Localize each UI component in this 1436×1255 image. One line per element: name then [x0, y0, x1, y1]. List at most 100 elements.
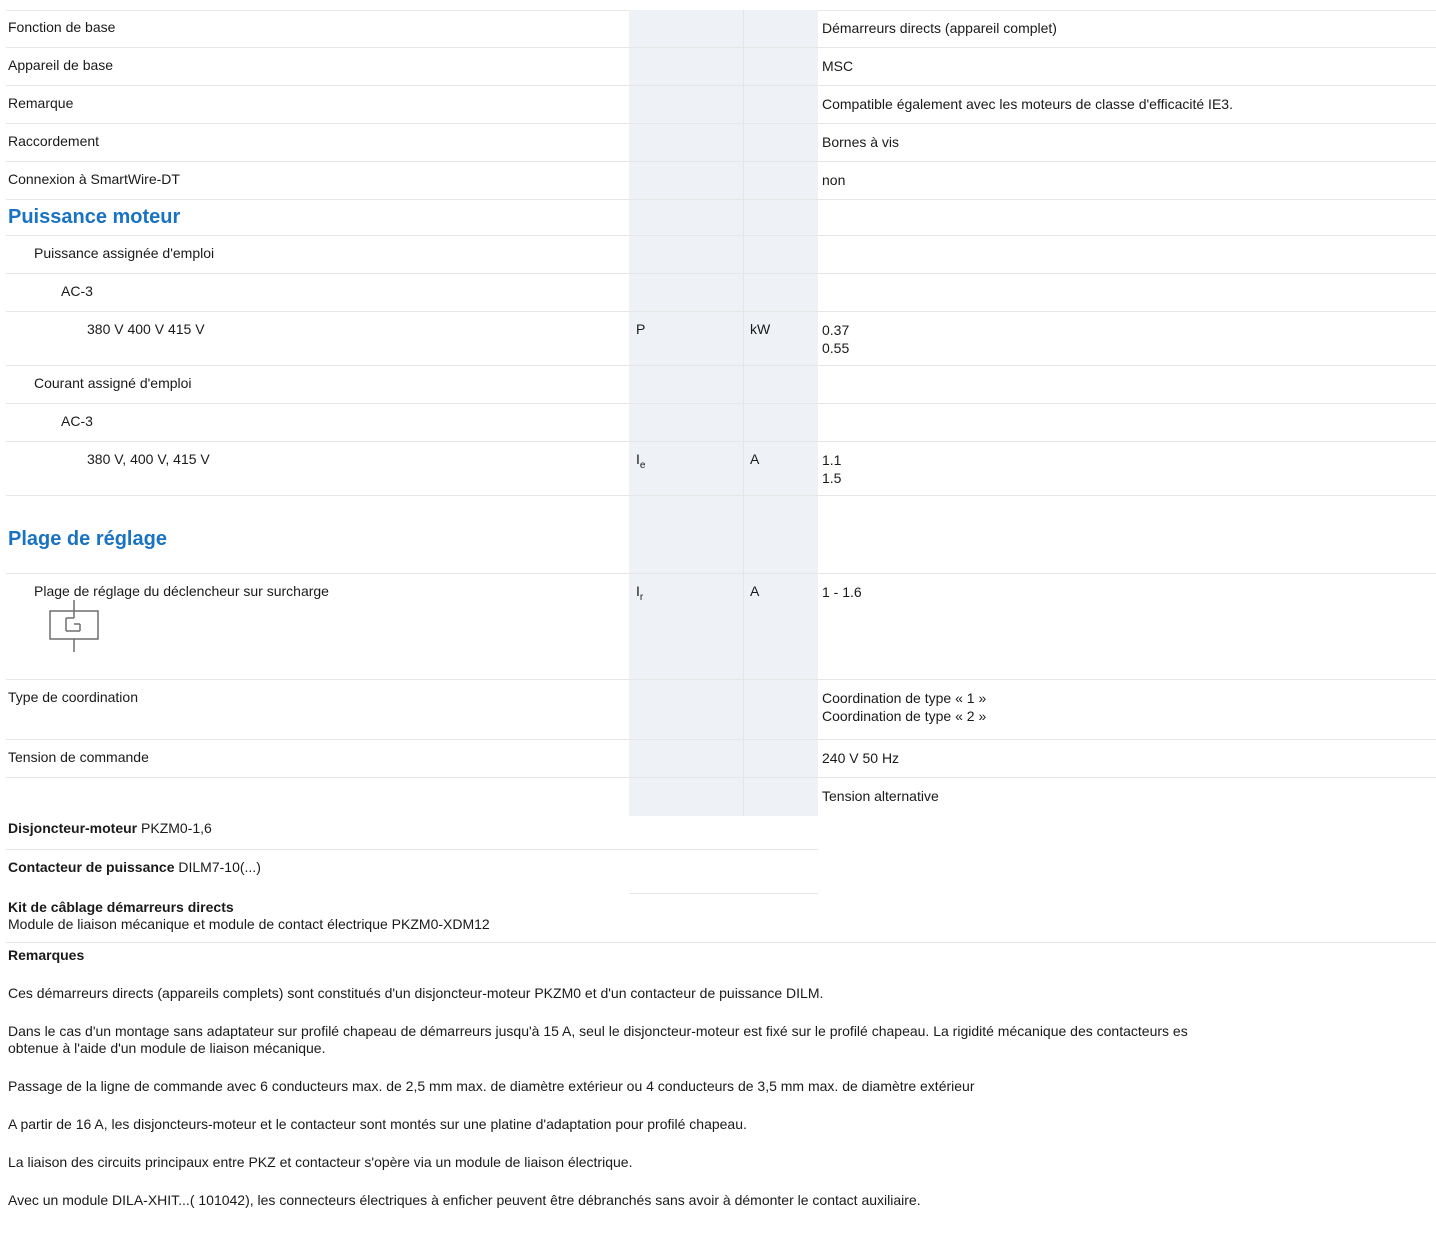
spec-row: Appareil de base MSC: [6, 48, 1436, 86]
row-label: [6, 778, 629, 816]
row-value: [818, 274, 1436, 311]
row-value: Démarreurs directs (appareil complet): [822, 20, 1057, 36]
unit-cell: [743, 200, 818, 235]
spec-row: AC-3: [6, 404, 1436, 442]
row-value: [818, 366, 1436, 403]
unit-cell: A: [743, 442, 818, 495]
symbol-cell: [629, 124, 743, 161]
unit-cell: [743, 366, 818, 403]
unit-cell: A: [743, 574, 818, 679]
symbol-cell: [629, 200, 743, 235]
row-label: AC-3: [61, 413, 93, 429]
spec-row: 380 V, 400 V, 415 V Ie A 1.1 1.5: [6, 442, 1436, 496]
divider: [6, 849, 818, 850]
value-line: Coordination de type « 1 »: [822, 690, 987, 706]
unit-cell: [743, 680, 818, 739]
remarks-title: Remarques: [8, 947, 85, 963]
breaker-line: Disjoncteur-moteur PKZM0-1,6: [8, 820, 212, 836]
row-label: Plage de réglage du déclencheur sur surc…: [6, 574, 629, 679]
remark-paragraph: La liaison des circuits principaux entre…: [8, 1154, 633, 1170]
spec-row: 380 V 400 V 415 V P kW 0.37 0.55: [6, 312, 1436, 366]
symbol-cell: [629, 274, 743, 311]
symbol-cell: P: [629, 312, 743, 365]
symbol-cell: [629, 778, 743, 816]
row-label: Appareil de base: [8, 57, 114, 73]
value-line: 1.1: [822, 452, 842, 468]
unit-cell: [743, 10, 818, 47]
value-line: Coordination de type « 2 »: [822, 708, 987, 724]
section-row: Puissance moteur: [6, 200, 1436, 236]
row-value: Bornes à vis: [822, 134, 900, 150]
value-line: 1.5: [822, 470, 842, 486]
symbol-cell: [629, 236, 743, 273]
remark-paragraph: A partir de 16 A, les disjoncteurs-moteu…: [8, 1116, 747, 1132]
symbol-cell: [629, 48, 743, 85]
remark-paragraph: Dans le cas d'un montage sans adaptateur…: [8, 1023, 1188, 1039]
row-value: 1.1 1.5: [818, 442, 1436, 495]
row-value: [818, 236, 1436, 273]
remark-paragraph: obtenue à l'aide d'un module de liaison …: [8, 1040, 326, 1056]
symbol-cell: [629, 10, 743, 47]
row-value: [818, 404, 1436, 441]
unit-cell: [743, 740, 818, 777]
unit-cell: kW: [743, 312, 818, 365]
row-value: Compatible également avec les moteurs de…: [822, 96, 1233, 112]
row-value: MSC: [822, 58, 854, 74]
spec-row: Puissance assignée d'emploi: [6, 236, 1436, 274]
divider: [629, 893, 818, 894]
spec-row: Type de coordination Coordination de typ…: [6, 680, 1436, 740]
unit-cell: [743, 496, 818, 573]
breaker-label: Disjoncteur-moteur: [8, 820, 138, 836]
remark-paragraph: Passage de la ligne de commande avec 6 c…: [8, 1078, 975, 1094]
divider: [6, 942, 1436, 943]
spec-row: Fonction de base Démarreurs directs (app…: [6, 10, 1436, 48]
spec-row: Plage de réglage du déclencheur sur surc…: [6, 574, 1436, 680]
overload-label: Plage de réglage du déclencheur sur surc…: [34, 583, 329, 599]
unit-cell: [743, 404, 818, 441]
spec-row: Remarque Compatible également avec les m…: [6, 86, 1436, 124]
symbol-cell: [629, 740, 743, 777]
row-label: Tension de commande: [8, 749, 149, 765]
row-label: Fonction de base: [8, 19, 116, 35]
row-label: Courant assigné d'emploi: [34, 375, 192, 391]
kit-title: Kit de câblage démarreurs directs: [8, 899, 234, 915]
row-value: Tension alternative: [822, 788, 939, 804]
value-line: 0.37: [822, 322, 850, 338]
symbol-cell: [629, 162, 743, 199]
contactor-line: Contacteur de puissance DILM7-10(...): [8, 859, 261, 875]
unit-cell: [743, 48, 818, 85]
symbol-cell: [629, 680, 743, 739]
kit-text: Module de liaison mécanique et module de…: [8, 916, 490, 932]
row-label: Remarque: [8, 95, 74, 111]
unit-cell: [743, 124, 818, 161]
remark-paragraph: Avec un module DILA-XHIT...( 101042), le…: [8, 1192, 921, 1208]
overload-relay-icon: [49, 600, 99, 652]
breaker-ref: PKZM0-1,6: [141, 820, 212, 836]
row-value: 1 - 1.6: [822, 584, 862, 600]
spec-row: Raccordement Bornes à vis: [6, 124, 1436, 162]
row-label: 380 V 400 V 415 V: [87, 321, 205, 337]
row-value: Coordination de type « 1 » Coordination …: [818, 680, 1436, 739]
symbol-cell: Ir: [629, 574, 743, 679]
unit-cell: [743, 162, 818, 199]
contactor-ref: DILM7-10(...): [178, 859, 261, 875]
remark-paragraph: Ces démarreurs directs (appareils comple…: [8, 985, 824, 1001]
section-title: Plage de réglage: [8, 528, 167, 550]
unit-cell: [743, 778, 818, 816]
row-label: Connexion à SmartWire-DT: [8, 171, 180, 187]
row-label: Type de coordination: [8, 689, 138, 705]
spec-row: Tension alternative: [6, 778, 1436, 816]
symbol-cell: [629, 404, 743, 441]
row-label: Raccordement: [8, 133, 100, 149]
symbol-cell: [629, 86, 743, 123]
symbol-cell: Ie: [629, 442, 743, 495]
spec-row: AC-3: [6, 274, 1436, 312]
contactor-label: Contacteur de puissance: [8, 859, 175, 875]
symbol-cell: [629, 496, 743, 573]
spec-row: Connexion à SmartWire-DT non: [6, 162, 1436, 200]
row-label: AC-3: [61, 283, 93, 299]
unit-cell: [743, 86, 818, 123]
row-label: 380 V, 400 V, 415 V: [87, 451, 210, 467]
symbol-subscript: r: [639, 592, 644, 603]
value-line: 0.55: [822, 340, 850, 356]
